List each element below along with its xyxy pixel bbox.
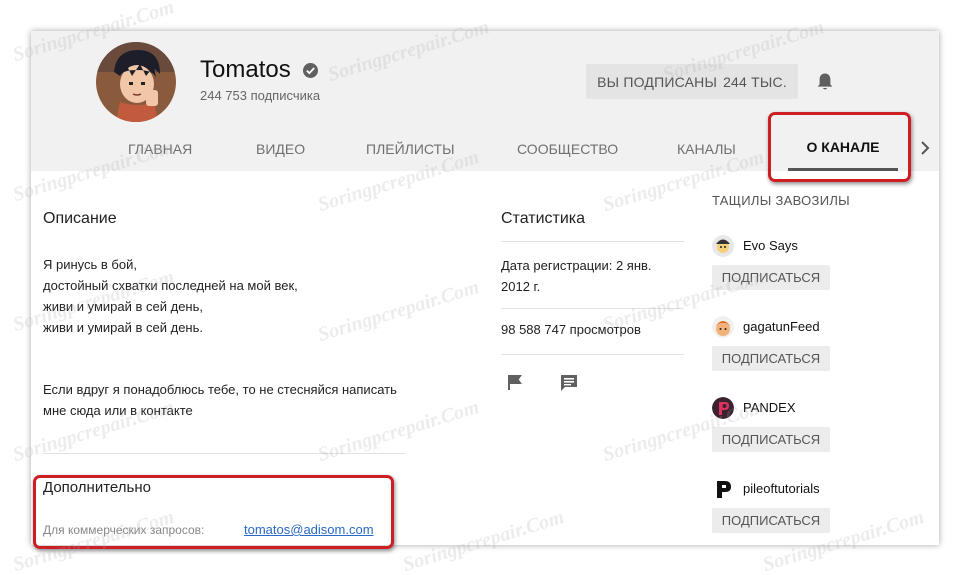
recommended-channels-title: Тащилы завозилы xyxy=(712,193,850,208)
channel-header: Tomatos 244 753 подписчика Вы подписаны … xyxy=(31,31,939,171)
message-icon[interactable] xyxy=(560,374,578,392)
about-content: Описание Я ринусь в бой, достойный схват… xyxy=(31,171,939,545)
channel-avatar[interactable] xyxy=(712,478,734,500)
tab-playlists[interactable]: Плейлисты xyxy=(366,126,455,171)
recommended-channel-item: Evo Says Подписаться xyxy=(712,235,912,295)
view-count: 98 588 747 просмотров xyxy=(501,322,641,337)
recommended-channel-item: PANDEX Подписаться xyxy=(712,397,912,457)
chevron-right-icon[interactable] xyxy=(918,138,932,158)
business-email-link[interactable]: tomatos@adisom.com xyxy=(244,522,374,537)
stats-divider xyxy=(501,241,684,242)
stats-divider xyxy=(501,354,684,355)
tab-about[interactable]: О канале xyxy=(788,126,898,171)
subscribe-button[interactable]: Подписаться xyxy=(712,508,830,533)
description-line: достойный схватки последней на мой век, xyxy=(43,278,298,293)
stats-divider xyxy=(501,308,684,309)
subscribe-button[interactable]: Подписаться xyxy=(712,427,830,452)
subscribed-label: Вы подписаны xyxy=(597,73,718,90)
channel-name: Tomatos xyxy=(200,56,291,83)
stats-title: Статистика xyxy=(501,210,586,227)
tab-videos[interactable]: Видео xyxy=(256,126,305,171)
channel-avatar[interactable] xyxy=(712,235,734,257)
channel-tabs: Главная Видео Плейлисты Сообщество Канал… xyxy=(31,126,939,171)
recommended-channel-name[interactable]: pileoftutorials xyxy=(743,481,820,496)
channel-avatar[interactable] xyxy=(96,42,176,122)
recommended-channel-name[interactable]: PANDEX xyxy=(743,400,796,415)
tab-home[interactable]: Главная xyxy=(128,126,192,171)
subscriber-count: 244 753 подписчика xyxy=(200,88,321,103)
description-title: Описание xyxy=(43,210,117,227)
tab-community[interactable]: Сообщество xyxy=(517,126,618,171)
description-line: Я ринусь в бой, xyxy=(43,257,137,272)
subscribe-button[interactable]: Подписаться xyxy=(712,265,830,290)
bell-icon[interactable] xyxy=(816,72,834,92)
description-line: живи и умирай в сей день. xyxy=(43,320,203,335)
recommended-channel-name[interactable]: gagatunFeed xyxy=(743,319,820,334)
flag-icon[interactable] xyxy=(507,374,523,391)
subscribed-count: 244 тыс. xyxy=(723,73,787,90)
recommended-channel-name[interactable]: Evo Says xyxy=(743,238,798,253)
description-text: Я ринусь в бой, достойный схватки послед… xyxy=(43,254,298,338)
subscribe-button[interactable]: Подписаться xyxy=(712,346,830,371)
verified-check-icon xyxy=(303,63,318,78)
description-extra: Если вдруг я понадоблюсь тебе, то не сте… xyxy=(43,382,397,418)
recommended-channel-item: gagatunFeed Подписаться xyxy=(712,316,912,376)
additional-title: Дополнительно xyxy=(43,479,151,496)
subscribed-button[interactable]: Вы подписаны 244 тыс. xyxy=(586,64,798,99)
business-inquiries-label: Для коммерческих запросов: xyxy=(43,523,205,537)
avatar-illustration xyxy=(96,42,176,122)
registration-date: Дата регистрации: 2 янв. 2012 г. xyxy=(501,258,652,294)
recommended-channel-item: pileoftutorials Подписаться xyxy=(712,478,912,538)
description-line: живи и умирай в сей день, xyxy=(43,299,203,314)
divider xyxy=(43,453,405,454)
channel-avatar[interactable] xyxy=(712,397,734,419)
channel-avatar[interactable] xyxy=(712,316,734,338)
tab-channels[interactable]: Каналы xyxy=(677,126,736,171)
youtube-channel-page: Tomatos 244 753 подписчика Вы подписаны … xyxy=(31,31,939,545)
